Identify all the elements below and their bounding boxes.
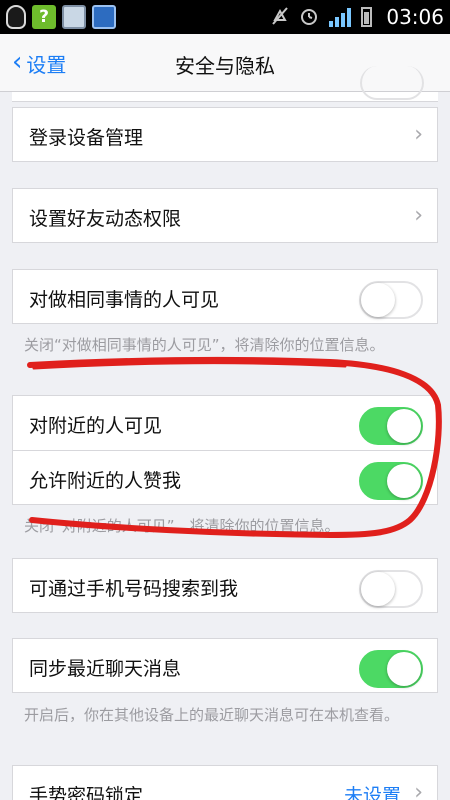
cell-label: 可通过手机号码搜索到我 <box>29 578 239 600</box>
toggle-partial <box>360 66 424 100</box>
qq-icon <box>6 5 26 29</box>
nearby-visible-toggle[interactable] <box>359 407 423 445</box>
mute-icon <box>271 6 289 29</box>
cell-phone-search: 可通过手机号码搜索到我 <box>12 558 438 613</box>
cell-label: 对做相同事情的人可见 <box>29 289 220 311</box>
toggle-knob <box>387 464 421 498</box>
cell-nearby-like: 允许附近的人赞我 <box>12 450 438 505</box>
note-sync-chat: 开启后，你在其他设备上的最近聊天消息可在本机查看。 <box>24 706 400 724</box>
gesture-lock-value: 未设置 <box>343 785 401 800</box>
cell-device-management[interactable]: 登录设备管理 › <box>12 107 438 162</box>
sync-chat-toggle[interactable] <box>359 650 423 688</box>
battery-icon <box>361 7 373 27</box>
cell-label: 手势密码锁定 <box>29 785 144 800</box>
phone-search-toggle[interactable] <box>359 570 423 608</box>
nearby-like-toggle[interactable] <box>359 462 423 500</box>
cell-label: 允许附近的人赞我 <box>29 470 182 492</box>
cell-label: 登录设备管理 <box>29 127 144 149</box>
cell-gesture-lock[interactable]: 手势密码锁定 未设置 › <box>12 765 438 800</box>
chevron-right-icon: › <box>414 203 423 228</box>
cell-label: 同步最近聊天消息 <box>29 658 182 680</box>
chevron-right-icon: › <box>414 122 423 147</box>
toggle-knob <box>361 283 395 317</box>
toggle-knob <box>387 652 421 686</box>
list-item-partial <box>12 66 438 102</box>
note-nearby: 关闭“对附近的人可见”，将清除你的位置信息。 <box>24 517 340 535</box>
status-bar: ? 03:06 <box>0 0 450 34</box>
question-app-icon: ? <box>32 5 56 29</box>
cell-sync-chat: 同步最近聊天消息 <box>12 638 438 693</box>
note-same-activity: 关闭“对做相同事情的人可见”，将清除你的位置信息。 <box>24 336 385 354</box>
alarm-icon <box>299 6 319 29</box>
cell-label: 设置好友动态权限 <box>29 208 182 230</box>
toggle-knob <box>361 572 395 606</box>
cell-friend-permissions[interactable]: 设置好友动态权限 › <box>12 188 438 243</box>
chart-app-icon <box>62 5 86 29</box>
signal-icon <box>329 7 352 27</box>
cell-label: 对附近的人可见 <box>29 415 163 437</box>
cell-same-activity-visible: 对做相同事情的人可见 <box>12 269 438 324</box>
cell-nearby-visible: 对附近的人可见 <box>12 395 438 450</box>
chevron-right-icon: › <box>414 780 423 800</box>
clock-time: 03:06 <box>386 5 444 29</box>
same-activity-toggle[interactable] <box>359 281 423 319</box>
toggle-knob <box>387 409 421 443</box>
book-app-icon <box>92 5 116 29</box>
